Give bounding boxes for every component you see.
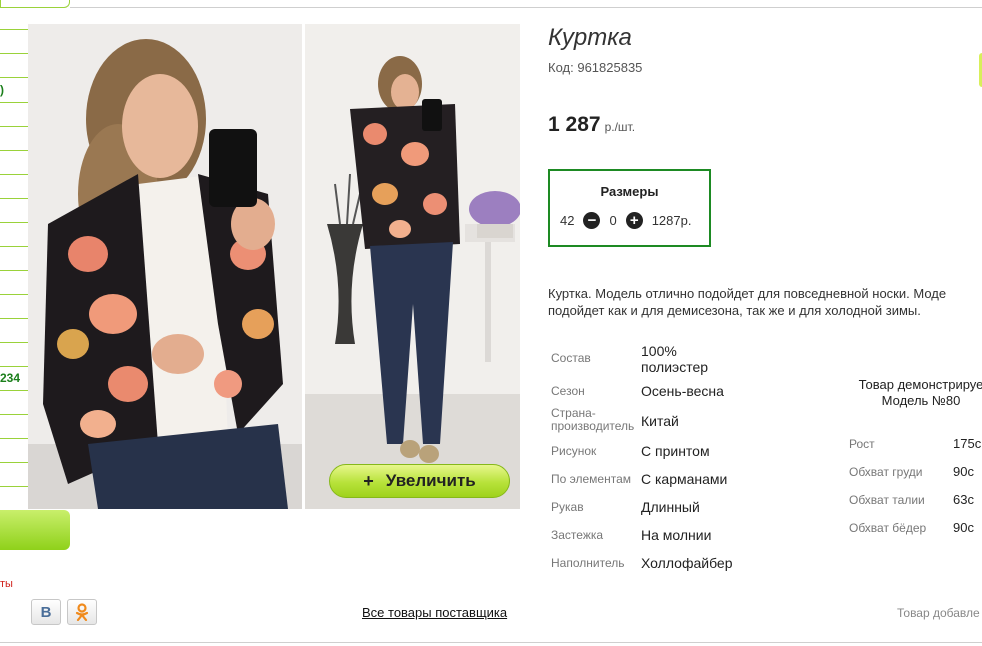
sidebar-action-button[interactable] [0,510,70,550]
spec-value: С карманами [641,471,728,487]
spec-key: По элементам [551,472,632,486]
plus-icon: + [363,470,374,491]
spec-value: На молнии [641,527,712,543]
sidebar-item-label[interactable]: ) [0,83,4,97]
sidebar-item-label[interactable]: 234 [0,371,20,385]
sidebar-footer-text[interactable]: ты [0,578,13,590]
sizes-title: Размеры [600,184,659,199]
sidebar-divider [0,438,28,439]
spec-key: Сезон [551,384,585,398]
size-row: 42 − 0 + 1287р. [560,212,700,229]
spec-key: Рукав [551,500,584,514]
sidebar-divider [0,294,28,295]
measurement-value: 175с [953,436,982,451]
sidebar-divider [0,126,28,127]
sidebar-divider [0,462,28,463]
top-divider [70,7,982,8]
spec-value: Длинный [641,499,700,515]
size-value: 42 [560,213,575,228]
photo-model-closeup [28,24,302,509]
sidebar-divider [0,390,28,391]
ok-share-button[interactable] [67,599,97,625]
sidebar-divider [0,486,28,487]
sizes-panel: Размеры 42 − 0 + 1287р. [548,169,711,247]
sidebar: ) 234 [0,0,28,510]
model-info-line: Модель №80 [881,393,961,408]
product-code-label: Код: [548,60,574,75]
product-code-value: 961825835 [577,60,643,75]
sidebar-divider [0,198,28,199]
odnoklassniki-icon [75,603,89,621]
sidebar-divider [0,150,28,151]
sidebar-divider [0,318,28,319]
spec-value: 100% полиэстер [641,343,709,375]
spec-key: Наполнитель [551,556,625,570]
product-photo-main[interactable] [28,24,302,509]
sidebar-divider [0,29,28,30]
price-unit: р./шт. [604,120,636,134]
measurement-value: 90с [953,520,974,535]
zoom-button-label: Увеличить [385,471,476,490]
description-line: Куртка. Модель отлично подойдет для повс… [548,286,947,301]
vk-share-button[interactable]: В [31,599,61,625]
spec-value: Китай [641,413,679,429]
photo-model-fullbody [305,24,520,509]
sidebar-divider [0,342,28,343]
spec-key: Состав [551,351,591,365]
sidebar-divider [0,270,28,271]
sidebar-divider [0,366,28,367]
sidebar-divider [0,77,28,78]
all-supplier-products-link[interactable]: Все товары поставщика [362,605,507,620]
price-value: 1 287 [548,113,601,136]
sidebar-divider [0,102,28,103]
bottom-divider [0,642,982,643]
vk-icon: В [40,603,52,621]
product-code: Код: 961825835 [548,60,642,75]
measurement-key: Обхват талии [849,493,925,507]
sidebar-divider [0,414,28,415]
sidebar-divider [0,174,28,175]
sidebar-divider [0,222,28,223]
measurement-value: 63с [953,492,974,507]
measurement-key: Обхват груди [849,465,923,479]
product-added-date: Товар добавле [897,606,980,620]
zoom-button[interactable]: + Увеличить [329,464,510,498]
spec-value: Холлофайбер [641,555,733,571]
measurement-key: Рост [849,437,875,451]
quantity-value[interactable]: 0 [609,213,616,228]
product-description: Куртка. Модель отлично подойдет для повс… [548,285,982,319]
spec-value: Осень-весна [641,383,724,399]
size-row-price: 1287р. [651,213,692,228]
model-info-title: Товар демонстрируе Модель №80 [836,377,982,409]
description-line: подойдет как и для демисезона, так же и … [548,303,921,318]
product-price: 1 287 р./шт. [548,113,635,137]
product-title: Куртка [548,24,632,51]
plus-icon[interactable]: + [625,212,643,229]
model-info-line: Товар демонстрируе [858,377,982,392]
spec-key: Страна-производитель [551,406,635,433]
sidebar-divider [0,53,28,54]
measurement-value: 90с [953,464,974,479]
spec-key: Застежка [551,528,604,542]
sidebar-divider [0,246,28,247]
spec-value: С принтом [641,443,710,459]
measurement-key: Обхват бёдер [849,521,927,535]
product-photo-secondary[interactable] [305,24,520,509]
minus-icon[interactable]: − [583,212,601,229]
spec-key: Рисунок [551,444,597,458]
